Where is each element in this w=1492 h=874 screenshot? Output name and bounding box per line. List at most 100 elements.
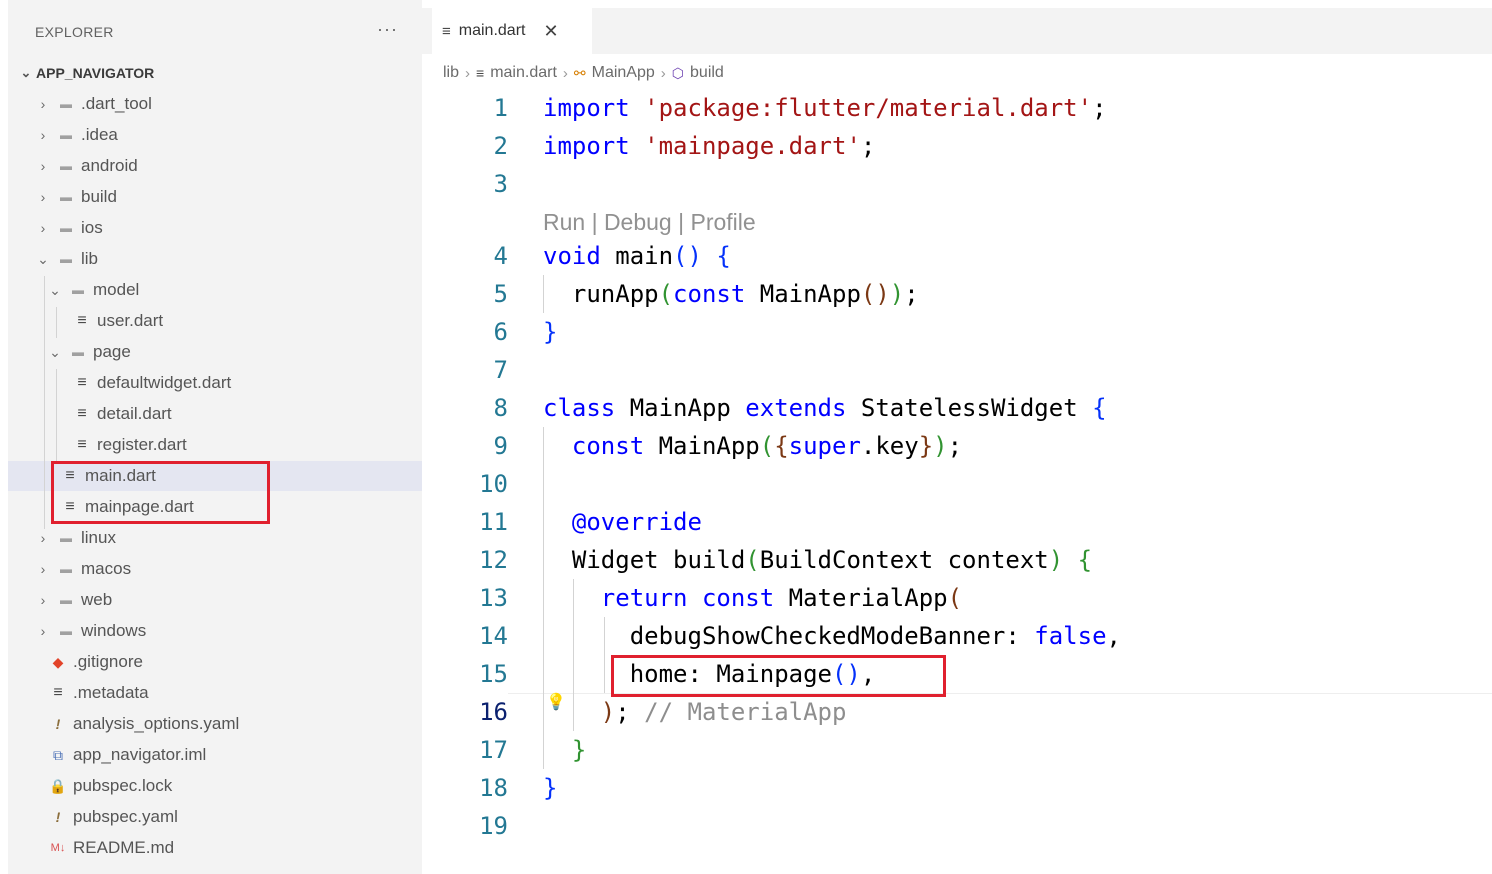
- chevron-right-icon[interactable]: ›: [35, 158, 51, 174]
- file-lines-icon: ≡: [53, 684, 63, 701]
- xml-icon: ⧉: [53, 746, 63, 763]
- chevron-right-icon[interactable]: ›: [35, 220, 51, 236]
- tree-folder[interactable]: › ▬ linux: [8, 523, 422, 553]
- code-line-5[interactable]: runApp(const MainApp());: [543, 275, 919, 313]
- code-line-14[interactable]: debugShowCheckedModeBanner: false,: [543, 617, 1121, 655]
- line-number: 5: [493, 280, 508, 308]
- chevron-right-icon: ›: [660, 64, 666, 82]
- chevron-right-icon[interactable]: ›: [35, 96, 51, 112]
- tree-item-label: app_navigator.iml: [73, 745, 207, 764]
- chevron-down-icon[interactable]: ⌄: [47, 344, 63, 361]
- lightbulb-icon[interactable]: 💡: [546, 692, 566, 712]
- explorer-title: EXPLORER: [35, 24, 114, 40]
- chevron-right-icon[interactable]: ›: [35, 623, 51, 639]
- close-icon[interactable]: ✕: [543, 21, 558, 42]
- file-lines-icon: ≡: [77, 405, 87, 422]
- code-line-4[interactable]: void main() {: [543, 237, 731, 275]
- class-icon: ⚯: [573, 64, 586, 81]
- codelens-run-debug-profile[interactable]: Run | Debug | Profile: [543, 205, 756, 239]
- code-line-12[interactable]: Widget build(BuildContext context) {: [543, 541, 1092, 579]
- tree-folder[interactable]: › ▬ android: [8, 151, 422, 181]
- explorer-sidebar: EXPLORER ··· ⌄ APP_NAVIGATOR › ▬ .dart_too…: [8, 0, 422, 874]
- chevron-right-icon[interactable]: ›: [35, 530, 51, 546]
- project-root-label: APP_NAVIGATOR: [36, 65, 155, 81]
- tree-item-label: page: [93, 342, 131, 361]
- folder-icon: ▬: [60, 97, 72, 111]
- tree-file[interactable]: ! analysis_options.yaml: [8, 709, 422, 739]
- chevron-right-icon[interactable]: ›: [35, 127, 51, 143]
- tree-folder[interactable]: › ▬ .dart_tool: [8, 89, 422, 119]
- tree-file[interactable]: ≡ detail.dart: [8, 399, 422, 429]
- tree-item-label: .gitignore: [73, 652, 143, 671]
- code-line-13[interactable]: return const MaterialApp(: [543, 579, 962, 617]
- code-line-1[interactable]: import 'package:flutter/material.dart';: [543, 89, 1107, 127]
- tab-main-dart[interactable]: ≡ main.dart ✕: [432, 8, 592, 54]
- code-line-16[interactable]: ); // MaterialApp: [543, 693, 847, 731]
- code-indent-guide: [543, 275, 544, 313]
- breadcrumb-item-class[interactable]: MainApp: [592, 64, 655, 82]
- folder-icon: ▬: [60, 562, 72, 576]
- tree-file[interactable]: M↓ README.md: [8, 833, 422, 863]
- chevron-down-icon[interactable]: ⌄: [47, 282, 63, 299]
- breadcrumb-item-method[interactable]: build: [690, 64, 724, 82]
- git-icon: ◆: [52, 653, 64, 670]
- tree-file[interactable]: ≡ register.dart: [8, 430, 422, 460]
- tree-file[interactable]: 🔒 pubspec.lock: [8, 771, 422, 801]
- tree-folder[interactable]: ⌄ ▬ lib: [8, 244, 422, 274]
- folder-icon: ▬: [60, 190, 72, 204]
- code-line-17[interactable]: }: [543, 731, 586, 769]
- tree-item-label: build: [81, 187, 117, 206]
- tree-folder[interactable]: ⌄ ▬ model: [8, 275, 422, 305]
- tree-folder[interactable]: › ▬ windows: [8, 616, 422, 646]
- more-actions-icon[interactable]: ···: [377, 19, 398, 40]
- chevron-right-icon[interactable]: ›: [35, 189, 51, 205]
- chevron-right-icon: ›: [465, 64, 471, 82]
- line-number: 13: [479, 584, 508, 612]
- tree-folder[interactable]: › ▬ build: [8, 182, 422, 212]
- breadcrumb-item-lib[interactable]: lib: [443, 64, 459, 82]
- line-number: 1: [493, 94, 508, 122]
- file-lines-icon: ≡: [77, 436, 87, 453]
- code-line-9[interactable]: const MainApp({super.key});: [543, 427, 962, 465]
- line-number: 16: [479, 698, 508, 726]
- folder-icon: ▬: [60, 531, 72, 545]
- tree-folder[interactable]: › ▬ .idea: [8, 120, 422, 150]
- code-line-2[interactable]: import 'mainpage.dart';: [543, 127, 875, 165]
- tree-file[interactable]: ≡ .metadata: [8, 678, 422, 708]
- breadcrumb-item-file[interactable]: main.dart: [490, 64, 557, 82]
- folder-icon: ▬: [60, 624, 72, 638]
- tree-folder[interactable]: › ▬ ios: [8, 213, 422, 243]
- folder-icon: ▬: [60, 221, 72, 235]
- tree-folder[interactable]: › ▬ macos: [8, 554, 422, 584]
- tree-item-label: lib: [81, 249, 99, 268]
- yaml-icon: !: [55, 809, 61, 825]
- code-line-11[interactable]: @override: [543, 503, 702, 541]
- tree-file[interactable]: ⧉ app_navigator.iml: [8, 740, 422, 770]
- tree-folder[interactable]: › ▬ web: [8, 585, 422, 615]
- tree-item-label: web: [81, 590, 113, 609]
- project-root[interactable]: ⌄ APP_NAVIGATOR: [16, 62, 155, 84]
- line-number: 17: [479, 736, 508, 764]
- tree-file[interactable]: ◆ .gitignore: [8, 647, 422, 677]
- tree-item-label: .idea: [81, 125, 118, 144]
- tree-item-label: register.dart: [97, 435, 187, 454]
- code-editor: ≡ main.dart ✕ lib › ≡ main.dart › ⚯ Main…: [422, 0, 1492, 874]
- tree-item-label: android: [81, 156, 138, 175]
- folder-icon: ▬: [72, 345, 84, 359]
- folder-icon: ▬: [60, 252, 72, 266]
- code-line-18[interactable]: }: [543, 769, 557, 807]
- code-line-6[interactable]: }: [543, 313, 557, 351]
- tree-item-label: ios: [81, 218, 103, 237]
- chevron-right-icon[interactable]: ›: [35, 561, 51, 577]
- chevron-right-icon[interactable]: ›: [35, 592, 51, 608]
- tree-file[interactable]: ≡ user.dart: [8, 306, 422, 336]
- dart-file-icon: ≡: [476, 65, 485, 81]
- code-highlight-box: [611, 655, 946, 697]
- tree-item-label: .metadata: [73, 683, 149, 702]
- tree-file[interactable]: ≡ defaultwidget.dart: [8, 368, 422, 398]
- tree-folder[interactable]: ⌄ ▬ page: [8, 337, 422, 367]
- chevron-down-icon: ⌄: [20, 65, 32, 80]
- chevron-down-icon[interactable]: ⌄: [35, 251, 51, 268]
- tree-file[interactable]: ! pubspec.yaml: [8, 802, 422, 832]
- code-line-8[interactable]: class MainApp extends StatelessWidget {: [543, 389, 1107, 427]
